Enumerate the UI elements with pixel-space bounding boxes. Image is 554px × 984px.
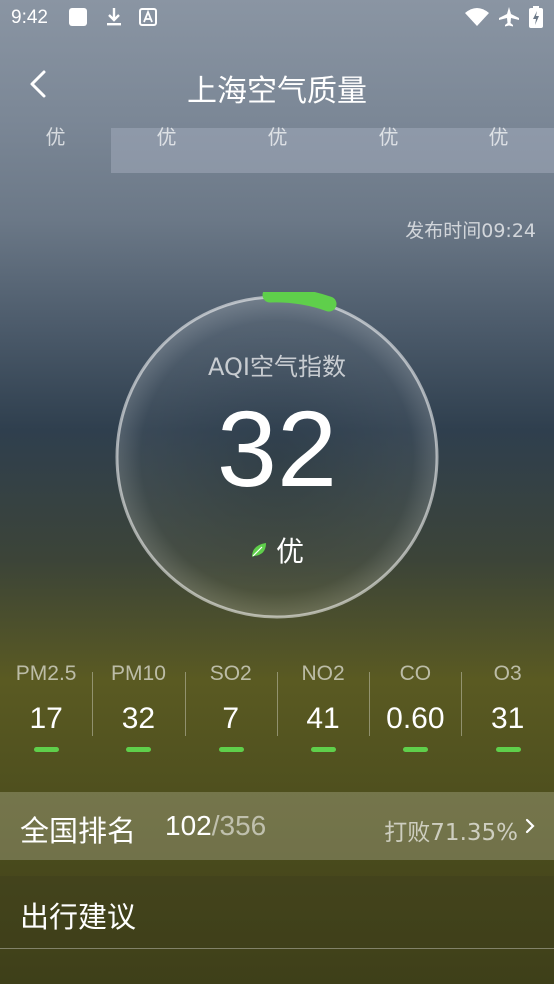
- ranking-title: 全国排名: [20, 814, 137, 848]
- square-notification-icon: [68, 7, 88, 27]
- pollutant-list: PM2.5 17 PM10 32 SO2 7 NO2 41 CO 0.60 O3…: [0, 660, 554, 770]
- pollutant-level-bar: [495, 747, 521, 752]
- pollutant-co[interactable]: CO 0.60: [369, 660, 461, 760]
- aqi-label: AQI空气指数: [208, 353, 346, 381]
- pollutant-name: SO2: [209, 662, 252, 685]
- tab-day-4[interactable]: 优: [333, 120, 444, 173]
- aqi-value: 32: [216, 388, 338, 509]
- page-title: 上海空气质量: [187, 74, 367, 109]
- pollutant-value: 41: [306, 702, 340, 735]
- pollutant-level-bar: [311, 747, 337, 752]
- tab-day-1[interactable]: 优: [0, 120, 111, 173]
- pollutant-value: 7: [222, 702, 240, 735]
- tab-day-3[interactable]: 优: [222, 120, 333, 173]
- pollutant-level-bar: [403, 747, 429, 752]
- pollutant-pm25[interactable]: PM2.5 17: [0, 660, 92, 760]
- font-icon: [138, 7, 158, 27]
- tab-bar: 优 优 优 优 优: [0, 120, 554, 173]
- pollutant-level-bar: [34, 747, 60, 752]
- ranking-value: 102/356: [165, 810, 266, 842]
- pollutant-level-bar: [218, 747, 244, 752]
- ranking-beat-percent: 打败71.35%: [384, 820, 518, 846]
- aqi-level: 优: [0, 530, 554, 570]
- pollutant-name: PM2.5: [15, 662, 77, 685]
- pollutant-value: 31: [490, 702, 525, 735]
- pollutant-name: O3: [493, 662, 522, 685]
- pollutant-no2[interactable]: NO2 41: [276, 660, 369, 760]
- tab-day-2[interactable]: 优: [111, 120, 222, 173]
- pollutant-o3[interactable]: O3 31: [461, 660, 553, 760]
- download-icon: [104, 7, 124, 27]
- publish-time: 发布时间09:24: [405, 220, 536, 242]
- pollutant-so2[interactable]: SO2 7: [184, 660, 277, 760]
- battery-charging-icon: [528, 6, 544, 28]
- airplane-icon: [498, 7, 520, 27]
- aqi-level-text: 优: [275, 535, 304, 568]
- leaf-icon: [251, 543, 266, 557]
- travel-advice-section: 出行建议: [0, 876, 554, 949]
- status-time: 9:42: [11, 7, 48, 28]
- pollutant-value: 32: [121, 702, 156, 735]
- national-ranking-row[interactable]: 全国排名 102/356 打败71.35%: [0, 792, 554, 860]
- header: 上海空气质量: [0, 50, 554, 120]
- tab-day-5[interactable]: 优: [443, 120, 554, 173]
- pollutant-name: CO: [399, 662, 432, 685]
- status-bar: 9:42: [0, 0, 554, 38]
- travel-advice-title: 出行建议: [20, 900, 137, 934]
- pollutant-name: PM10: [111, 662, 166, 685]
- ranking-position: 102: [165, 810, 212, 841]
- pollutant-value: 17: [29, 702, 63, 735]
- pollutant-name: NO2: [301, 662, 345, 685]
- ranking-total: /356: [211, 810, 267, 841]
- chevron-right-icon: [525, 818, 535, 834]
- pollutant-value: 0.60: [386, 702, 445, 735]
- pollutant-pm10[interactable]: PM10 32: [92, 660, 184, 760]
- wifi-icon: [464, 7, 490, 27]
- pollutant-level-bar: [126, 747, 152, 752]
